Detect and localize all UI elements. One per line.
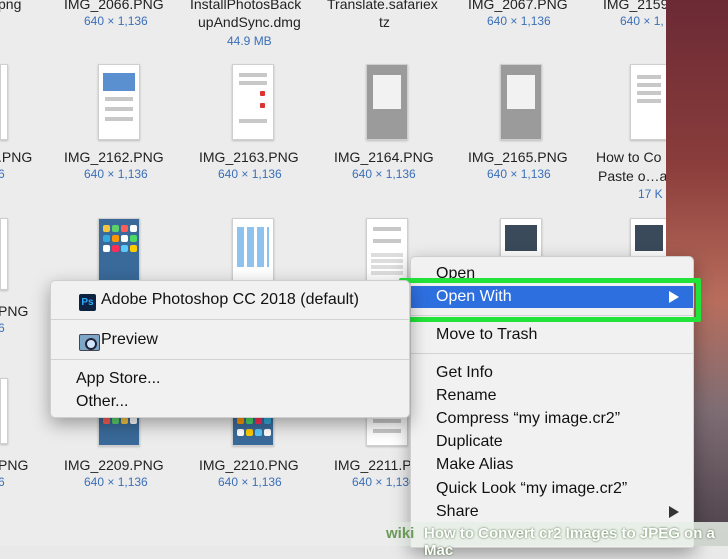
- menu-item-label: Move to Trash: [436, 326, 538, 343]
- file-name: IMG_2159: [603, 0, 666, 12]
- menu-item-label: Make Alias: [436, 456, 514, 473]
- file-name: IMG_2211.PN: [334, 457, 422, 473]
- file-name: IMG_2209.PNG: [64, 457, 164, 473]
- file-name-line2: Paste o…a: [598, 168, 666, 184]
- menu-separator: [411, 353, 693, 354]
- file-name-line2: upAndSync.dmg: [198, 14, 301, 30]
- file-size: 640 × 1,136: [352, 167, 416, 181]
- file-size: 640 × 1,: [620, 14, 664, 28]
- menu-item-compress[interactable]: Compress “my image.cr2”: [411, 408, 693, 430]
- file-name: IMG_2165.PNG: [468, 149, 568, 165]
- file-thumbnail[interactable]: [630, 64, 666, 140]
- file-thumbnail[interactable]: [0, 378, 8, 444]
- file-thumbnail[interactable]: [232, 64, 274, 140]
- wikihow-watermark: wiki How to Convert cr2 Images to JPEG o…: [380, 522, 728, 559]
- menu-item-label: Compress “my image.cr2”: [436, 410, 621, 427]
- file-size: 640 × 1,136: [84, 475, 148, 489]
- submenu-item-label: Adobe Photoshop CC 2018 (default): [101, 291, 359, 308]
- menu-item-label: Quick Look “my image.cr2”: [436, 480, 628, 497]
- submenu-item-other[interactable]: Other...: [51, 391, 409, 413]
- file-size: 640 × 1,136: [487, 167, 551, 181]
- watermark-brand: wiki: [386, 525, 415, 542]
- file-size: 640 × 1,136: [352, 475, 416, 489]
- menu-item-quick-look[interactable]: Quick Look “my image.cr2”: [411, 478, 693, 500]
- menu-item-label: Get Info: [436, 364, 493, 381]
- file-name: How to Co: [596, 149, 662, 165]
- menu-item-label: Rename: [436, 387, 497, 404]
- menu-item-rename[interactable]: Rename: [411, 385, 693, 407]
- file-size: 640 × 1,136: [218, 167, 282, 181]
- menu-item-move-to-trash[interactable]: Move to Trash: [411, 324, 693, 346]
- menu-item-share[interactable]: Share: [411, 501, 693, 523]
- file-size: 17 K: [638, 187, 663, 201]
- file-name: PNG: [0, 303, 29, 319]
- file-name: IMG_2163.PNG: [199, 149, 299, 165]
- file-size: 6: [0, 475, 5, 489]
- file-name: IMG_2066.PNG: [64, 0, 164, 12]
- file-thumbnail[interactable]: [500, 64, 542, 140]
- file-size: 640 × 1,136: [218, 475, 282, 489]
- file-name-line2: tz: [379, 14, 390, 30]
- file-size: 44.9 MB: [227, 34, 272, 48]
- preview-icon: [79, 334, 100, 351]
- menu-item-duplicate[interactable]: Duplicate: [411, 431, 693, 453]
- menu-separator: [51, 319, 409, 320]
- submenu-item-app-store[interactable]: App Store...: [51, 368, 409, 390]
- submenu-item-preview[interactable]: Preview: [51, 327, 409, 353]
- menu-item-label: Duplicate: [436, 433, 503, 450]
- submenu-item-label: Preview: [101, 331, 158, 348]
- watermark-title: How to Convert cr2 Images to JPEG on a M…: [424, 525, 715, 559]
- file-size: 640 × 1,136: [84, 167, 148, 181]
- file-thumbnail[interactable]: [366, 64, 408, 140]
- menu-item-make-alias[interactable]: Make Alias: [411, 454, 693, 476]
- menu-item-label: Share: [436, 503, 479, 520]
- file-name: IMG_2164.PNG: [334, 149, 434, 165]
- highlight-callout: [399, 278, 701, 322]
- file-name: Translate.safariex: [327, 0, 438, 12]
- file-size: 6: [0, 167, 5, 181]
- submenu-arrow-icon: [669, 506, 679, 518]
- submenu-item-label: Other...: [76, 393, 129, 410]
- submenu-item-photoshop[interactable]: Ps Adobe Photoshop CC 2018 (default): [51, 287, 409, 313]
- photoshop-icon: Ps: [79, 294, 96, 311]
- menu-item-get-info[interactable]: Get Info: [411, 362, 693, 384]
- file-thumbnail[interactable]: [0, 218, 8, 290]
- file-size: 640 × 1,136: [487, 14, 551, 28]
- file-thumbnail[interactable]: [98, 64, 140, 140]
- file-name: .PNG: [0, 149, 33, 165]
- open-with-submenu: Ps Adobe Photoshop CC 2018 (default) Pre…: [50, 280, 410, 418]
- file-size: 640 × 1,136: [84, 14, 148, 28]
- file-name: InstallPhotosBack: [190, 0, 302, 12]
- file-name: IMG_2067.PNG: [468, 0, 568, 12]
- file-thumbnail[interactable]: [0, 64, 8, 140]
- file-name: PNG: [0, 457, 29, 473]
- file-name: png: [0, 0, 22, 12]
- menu-separator: [51, 359, 409, 360]
- file-size: 6: [0, 321, 5, 335]
- file-name: IMG_2162.PNG: [64, 149, 164, 165]
- file-name: IMG_2210.PNG: [199, 457, 299, 473]
- submenu-item-label: App Store...: [76, 370, 161, 387]
